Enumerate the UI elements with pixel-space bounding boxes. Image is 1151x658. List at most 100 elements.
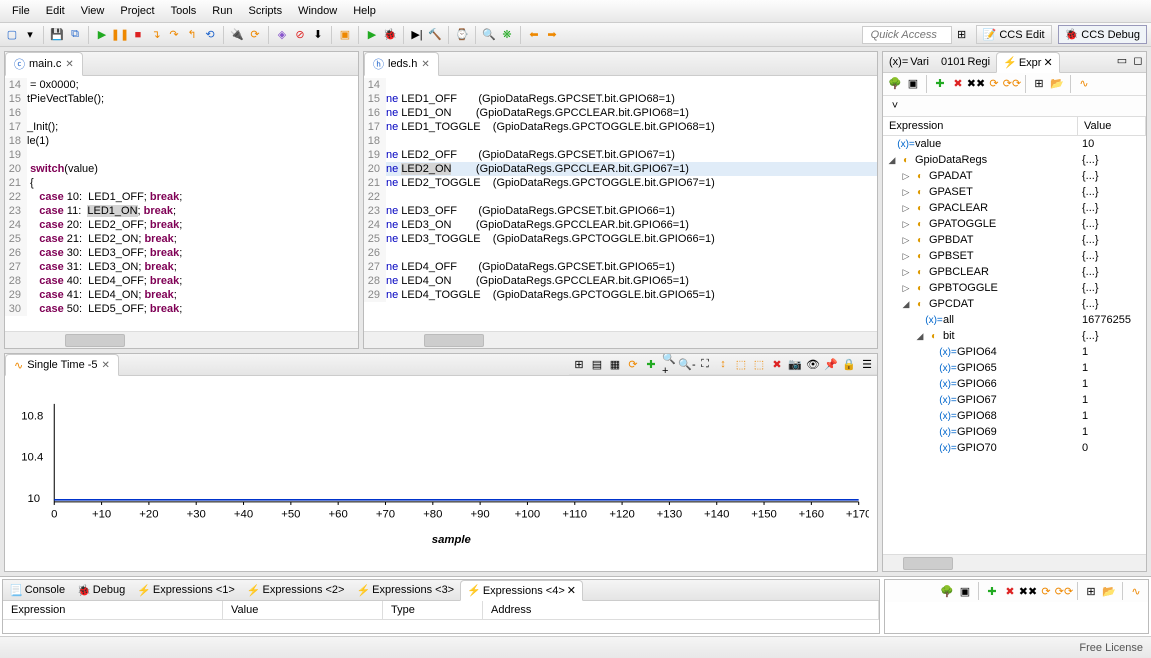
next-icon[interactable]: ▶|: [409, 27, 425, 43]
collapse-icon[interactable]: ▣: [905, 75, 921, 91]
tree-row[interactable]: (x)= all16776255: [883, 312, 1146, 328]
menu-scripts[interactable]: Scripts: [240, 2, 290, 20]
add-icon[interactable]: ✚: [643, 356, 659, 372]
save-all-icon[interactable]: ⧉: [67, 27, 83, 43]
col-expression[interactable]: Expression: [3, 601, 223, 619]
tree-row[interactable]: (x)= GPIO641: [883, 344, 1146, 360]
camera-icon[interactable]: 📷: [787, 356, 803, 372]
scrollbar-thumb[interactable]: [65, 334, 125, 347]
forward-icon[interactable]: ➡: [544, 27, 560, 43]
auto-refresh-icon[interactable]: ⟳⟳: [1004, 75, 1020, 91]
new-target-icon[interactable]: ◈: [274, 27, 290, 43]
graph-plot-area[interactable]: 10.8 10.4 10 0+10+20+30+40+50+60+70+80+9…: [5, 376, 877, 571]
expression-tree[interactable]: (x)= value10◢◐ GpioDataRegs{...}▷◐ GPADA…: [883, 136, 1146, 554]
maximize-icon[interactable]: ◻: [1130, 52, 1146, 68]
tree-row[interactable]: ▷◐ GPBCLEAR{...}: [883, 264, 1146, 280]
collapse-icon[interactable]: ▣: [957, 583, 973, 599]
menu-view[interactable]: View: [73, 2, 113, 20]
search-icon[interactable]: 🔍: [481, 27, 497, 43]
close-icon[interactable]: ✕: [1043, 56, 1052, 69]
chip-icon[interactable]: 🔌: [229, 27, 245, 43]
menu-help[interactable]: Help: [345, 2, 384, 20]
new-view-icon[interactable]: ⊞: [1083, 583, 1099, 599]
zoom-fit-icon[interactable]: ⛶: [697, 356, 713, 372]
delete-icon[interactable]: ✖: [769, 356, 785, 372]
tree-row[interactable]: ▷◐ GPASET{...}: [883, 184, 1146, 200]
tab-main-c[interactable]: ⓒ main.c ✕: [5, 52, 83, 76]
remove-all-icon[interactable]: ✖✖: [968, 75, 984, 91]
add-expr-icon[interactable]: ✚: [932, 75, 948, 91]
close-icon[interactable]: ✕: [421, 59, 429, 70]
tree-row[interactable]: (x)= GPIO681: [883, 408, 1146, 424]
disconnect-icon[interactable]: ⊘: [292, 27, 308, 43]
import-icon[interactable]: 📂: [1049, 75, 1065, 91]
bottom-tab[interactable]: 🐞Debug: [71, 580, 131, 600]
find-icon[interactable]: 👁: [805, 356, 821, 372]
minimize-icon[interactable]: ▭: [1114, 52, 1130, 68]
tree-row[interactable]: ▷◐ GPBDAT{...}: [883, 232, 1146, 248]
resume-icon[interactable]: ▶: [94, 27, 110, 43]
load-icon[interactable]: ⬇: [310, 27, 326, 43]
run-icon[interactable]: ▶: [364, 27, 380, 43]
remove-icon[interactable]: ✖: [1002, 583, 1018, 599]
remove-icon[interactable]: ✖: [950, 75, 966, 91]
horizontal-scrollbar[interactable]: [5, 331, 358, 348]
tree-row[interactable]: ◢◐ GpioDataRegs{...}: [883, 152, 1146, 168]
close-icon[interactable]: ✕: [65, 59, 73, 70]
scrollbar-thumb[interactable]: [424, 334, 484, 347]
build-icon[interactable]: 🔨: [427, 27, 443, 43]
profile-icon[interactable]: ⌚: [454, 27, 470, 43]
tree-row[interactable]: (x)= GPIO691: [883, 424, 1146, 440]
tree-row[interactable]: ◢◐ bit{...}: [883, 328, 1146, 344]
horizontal-scrollbar[interactable]: [883, 554, 1146, 571]
tree-row[interactable]: ▷◐ GPBTOGGLE{...}: [883, 280, 1146, 296]
lock-icon[interactable]: 🔒: [841, 356, 857, 372]
quick-access-input[interactable]: [862, 26, 952, 44]
refresh-icon[interactable]: ⟳: [986, 75, 1002, 91]
col-expression[interactable]: Expression: [883, 117, 1078, 135]
col-type[interactable]: Type: [383, 601, 483, 619]
perspective-ccs-debug[interactable]: 🐞CCS Debug: [1058, 25, 1147, 44]
bug-icon[interactable]: ❋: [499, 27, 515, 43]
export-icon[interactable]: ▦: [607, 356, 623, 372]
cursor2-icon[interactable]: ⬚: [733, 356, 749, 372]
zoom-out-icon[interactable]: 🔍-: [679, 356, 695, 372]
new-icon[interactable]: ▢: [4, 27, 20, 43]
tree-row[interactable]: ▷◐ GPACLEAR{...}: [883, 200, 1146, 216]
terminate-icon[interactable]: ■: [130, 27, 146, 43]
dropdown-icon[interactable]: ▾: [22, 27, 38, 43]
tab-leds-h[interactable]: ⓗ leds.h ✕: [364, 52, 439, 76]
debug-icon[interactable]: 🐞: [382, 27, 398, 43]
bottom-tab[interactable]: 📃Console: [3, 580, 71, 600]
auto-refresh-icon[interactable]: ⟳⟳: [1056, 583, 1072, 599]
bottom-tab[interactable]: ⚡Expressions <4>✕: [460, 580, 583, 601]
remove-all-icon[interactable]: ✖✖: [1020, 583, 1036, 599]
reset-icon[interactable]: ⟳: [247, 27, 263, 43]
col-value[interactable]: Value: [223, 601, 383, 619]
bottom-tab[interactable]: ⚡Expressions <2>: [241, 580, 351, 600]
settings-icon[interactable]: ▤: [589, 356, 605, 372]
tree-row[interactable]: (x)= GPIO700: [883, 440, 1146, 456]
code-area-leds-h[interactable]: 1415ne LED1_OFF (GpioDataRegs.GPCSET.bit…: [364, 76, 877, 331]
col-value[interactable]: Value: [1078, 117, 1146, 135]
cursor-icon[interactable]: ↕: [715, 356, 731, 372]
tree-row[interactable]: (x)= value10: [883, 136, 1146, 152]
tree-row[interactable]: ▷◐ GPBSET{...}: [883, 248, 1146, 264]
perspective-ccs-edit[interactable]: 📝CCS Edit: [976, 25, 1052, 44]
col-address[interactable]: Address: [483, 601, 879, 619]
restart-icon[interactable]: ⟲: [202, 27, 218, 43]
chip2-icon[interactable]: ▣: [337, 27, 353, 43]
pin-icon[interactable]: 📌: [823, 356, 839, 372]
step-into-icon[interactable]: ↴: [148, 27, 164, 43]
pause-icon[interactable]: ❚❚: [112, 27, 128, 43]
tab-registers[interactable]: 0101Regi: [935, 52, 996, 72]
refresh-icon[interactable]: ⟳: [625, 356, 641, 372]
menu-tools[interactable]: Tools: [163, 2, 205, 20]
tree-row[interactable]: (x)= GPIO671: [883, 392, 1146, 408]
save-icon[interactable]: 💾: [49, 27, 65, 43]
menu-file[interactable]: File: [4, 2, 38, 20]
tab-single-time[interactable]: ∿ Single Time -5 ✕: [5, 354, 119, 376]
grid-icon[interactable]: ⊞: [571, 356, 587, 372]
scrollbar-thumb[interactable]: [903, 557, 953, 570]
step-over-icon[interactable]: ↷: [166, 27, 182, 43]
